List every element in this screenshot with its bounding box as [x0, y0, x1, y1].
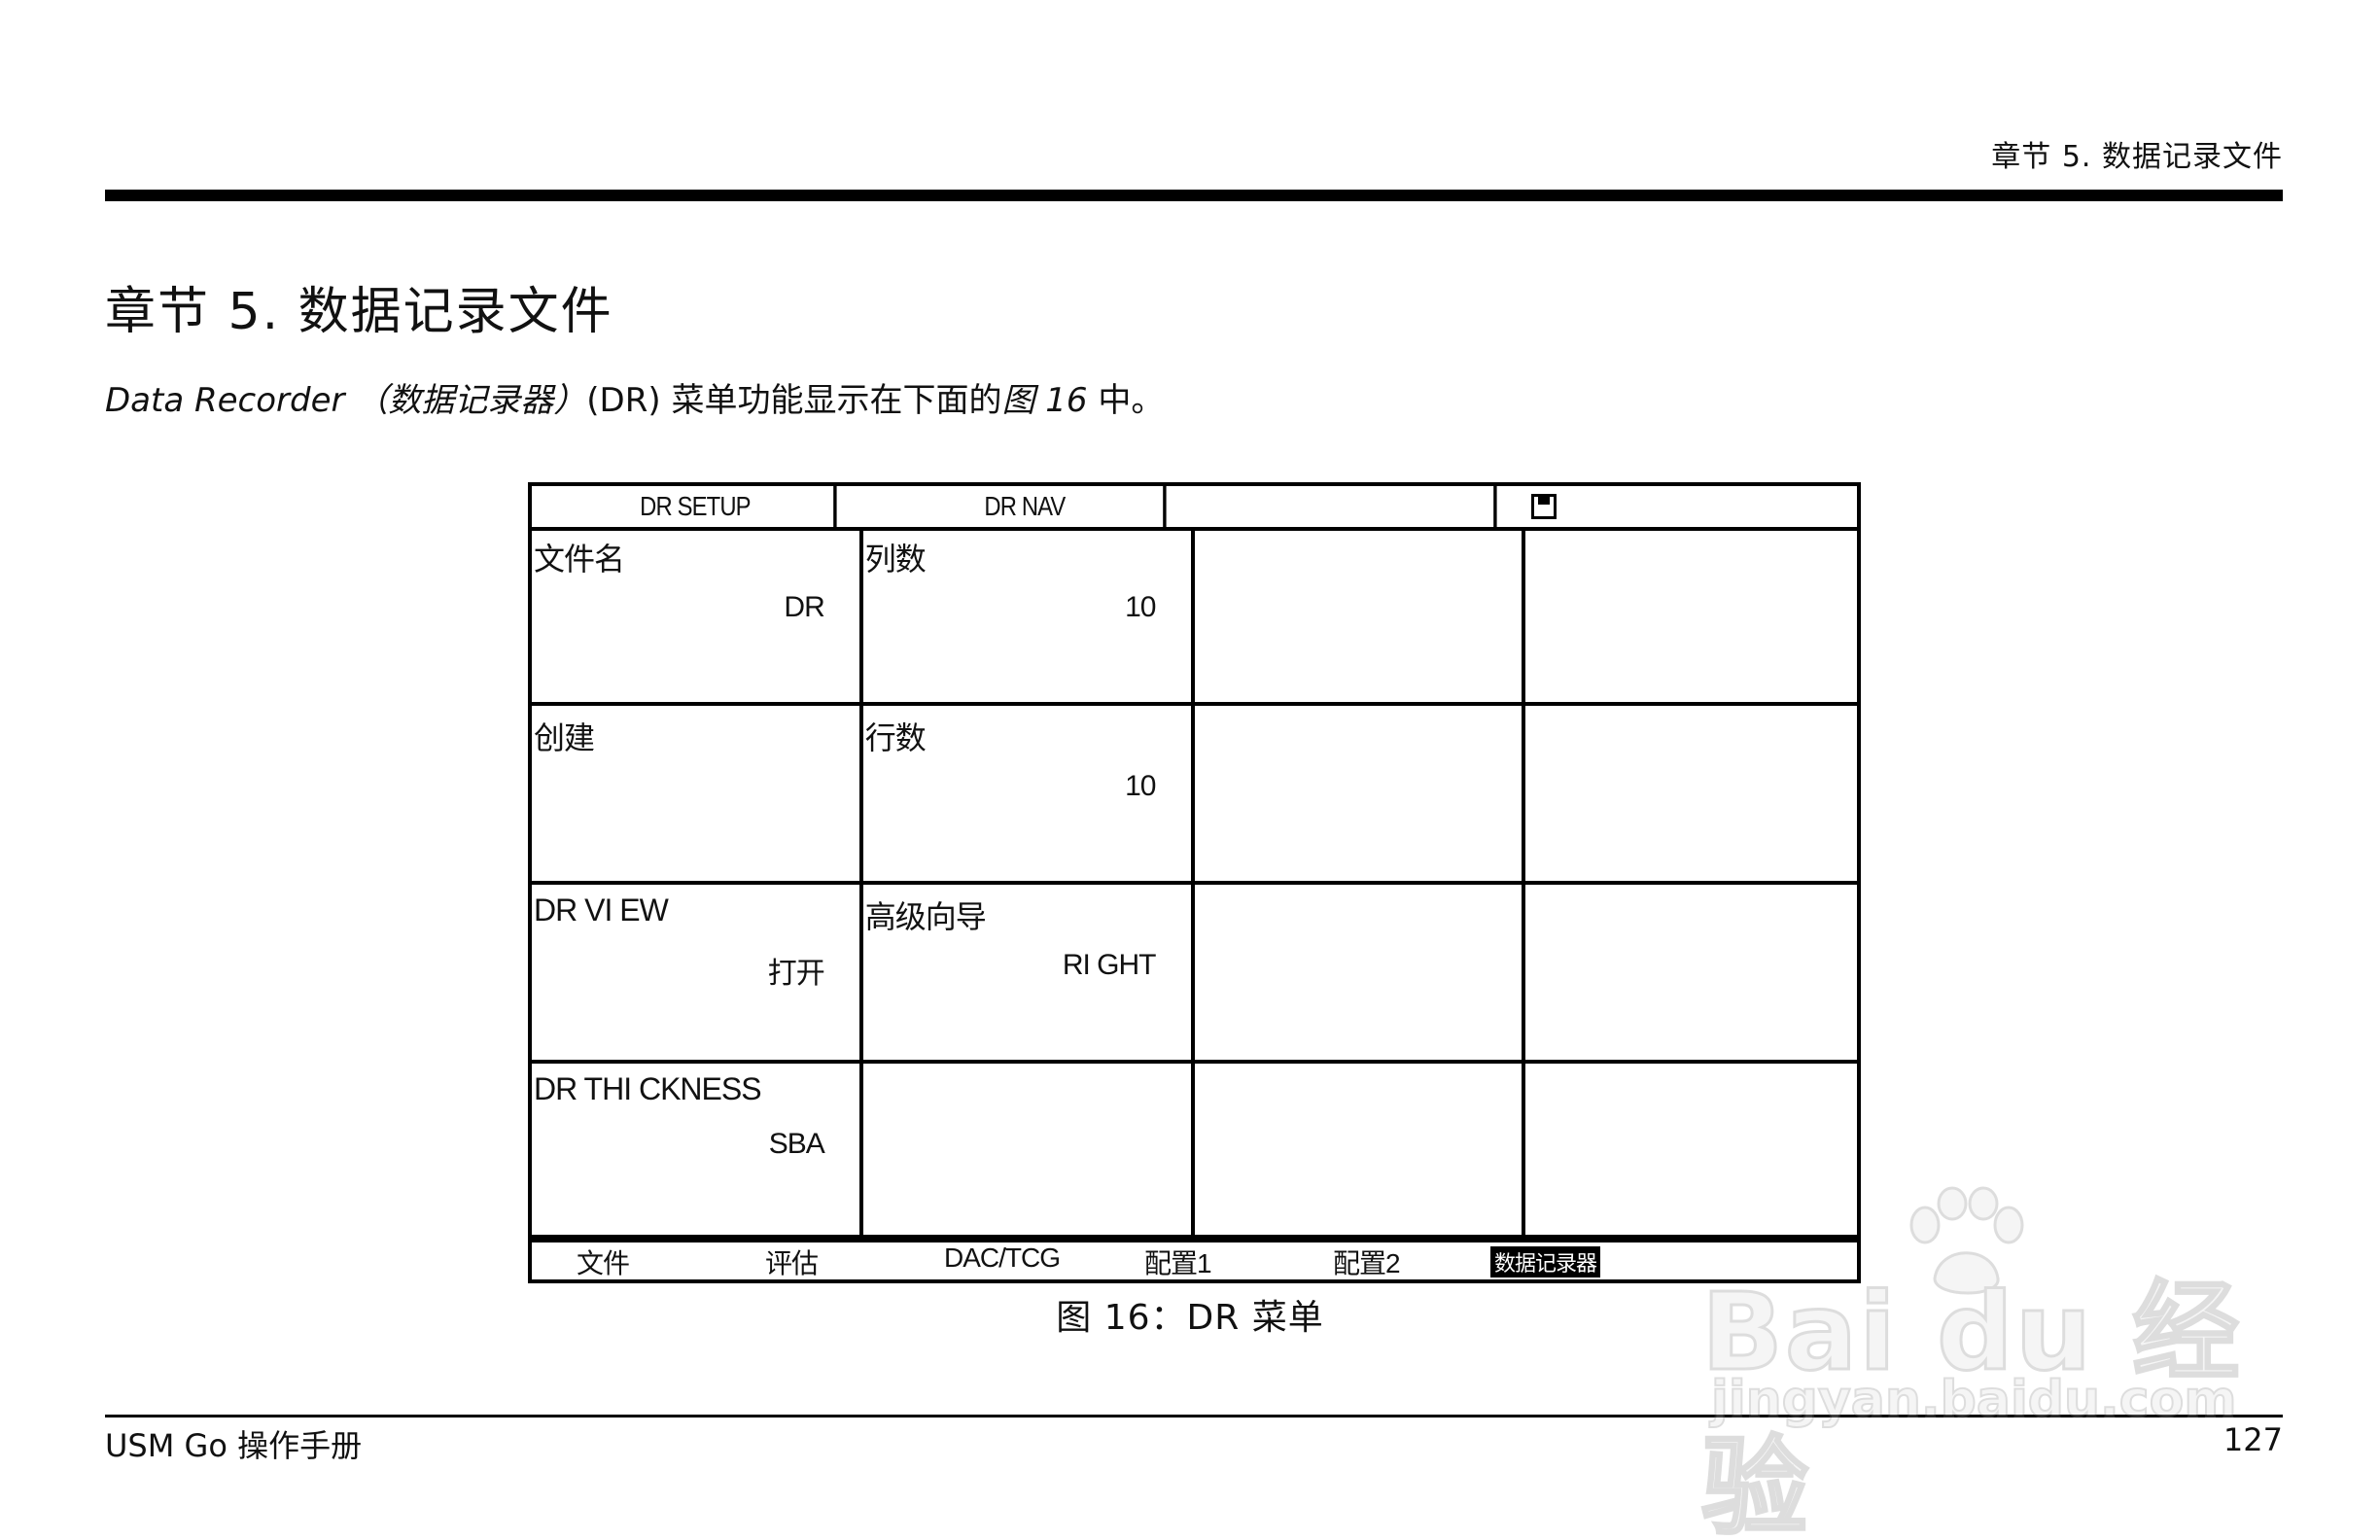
softkey-config2[interactable]: 配置2: [1333, 1242, 1401, 1281]
intro-paragraph: Data Recorder （数据记录器）(DR) 菜单功能显示在下面的图 16…: [105, 373, 1164, 421]
param-cell-dr-view[interactable]: DR VI EW 打开: [532, 885, 863, 1064]
softkey-config1[interactable]: 配置1: [1144, 1242, 1212, 1281]
param-cell-empty: [1194, 1064, 1526, 1242]
param-value: 10: [1125, 591, 1156, 623]
dr-menu-screen: DR SETUP DR NAV 文件名 DR 列数 10 创建 行数 10 DR…: [528, 482, 1861, 1283]
param-cell-empty: [1194, 527, 1526, 706]
param-value: RI GHT: [1062, 949, 1157, 981]
param-cell-rows[interactable]: 行数 10: [862, 706, 1195, 885]
param-cell-create[interactable]: 创建: [532, 706, 863, 885]
intro-product-name: Data Recorder （数据记录器）: [105, 381, 587, 420]
param-cell-dr-thickness[interactable]: DR THI CKNESS SBA: [532, 1064, 863, 1242]
param-value: SBA: [768, 1128, 825, 1160]
intro-text-end: 中。: [1087, 381, 1165, 420]
param-value: 10: [1125, 770, 1156, 802]
tab-save-status: [1522, 486, 1857, 527]
param-label: 行数: [864, 720, 927, 755]
running-header: 章节 5. 数据记录文件: [1991, 140, 2283, 174]
document-page: 章节 5. 数据记录文件 章节 5. 数据记录文件 Data Recorder …: [0, 0, 2380, 1540]
param-cell-advanced-guide[interactable]: 高级向导 RI GHT: [862, 885, 1195, 1064]
figure-caption: 图 16：DR 菜单: [1056, 1298, 1324, 1338]
param-cell-empty: [1194, 706, 1526, 885]
softkey-file[interactable]: 文件: [577, 1242, 630, 1281]
param-label: 列数: [864, 542, 927, 577]
param-label: 文件名: [534, 542, 625, 577]
param-label: 高级向导: [864, 899, 987, 934]
footer-page-number: 127: [2222, 1421, 2283, 1458]
softkey-evaluate[interactable]: 评估: [765, 1242, 819, 1281]
parameter-grid: 文件名 DR 列数 10 创建 行数 10 DR VI EW 打开 高级向导 R…: [532, 527, 1857, 1242]
tab-empty: [1216, 486, 1497, 527]
param-cell-empty: [1525, 706, 1857, 885]
param-label: DR VI EW: [534, 892, 669, 928]
softkey-data-recorder[interactable]: 数据记录器: [1490, 1246, 1601, 1278]
param-label: DR THI CKNESS: [534, 1071, 762, 1106]
paw-logo-icon: [1909, 1186, 2024, 1295]
param-cell-empty: [862, 1064, 1195, 1242]
param-cell-empty: [1525, 527, 1857, 706]
param-cell-file-name[interactable]: 文件名 DR: [532, 527, 863, 706]
softkey-bar: 文件 评估 DAC/TCG 配置1 配置2 数据记录器: [532, 1235, 1857, 1279]
param-cell-columns[interactable]: 列数 10: [862, 527, 1195, 706]
intro-figure-ref: 图 16: [1001, 381, 1088, 420]
footer-manual-title: USM Go 操作手册: [105, 1427, 363, 1464]
param-label: 创建: [534, 720, 595, 755]
tab-dr-setup[interactable]: DR SETUP: [556, 486, 837, 527]
param-cell-empty: [1525, 885, 1857, 1064]
chapter-title: 章节 5. 数据记录文件: [105, 283, 613, 341]
intro-text: (DR) 菜单功能显示在下面的: [586, 381, 1002, 420]
param-value: DR: [784, 591, 824, 623]
screen-tab-row: DR SETUP DR NAV: [532, 486, 1857, 531]
param-cell-empty: [1194, 885, 1526, 1064]
save-disk-icon: [1530, 494, 1557, 519]
watermark-url-text: jingyan.baidu.com: [1710, 1370, 2238, 1430]
tab-dr-nav[interactable]: DR NAV: [887, 486, 1168, 527]
softkey-dac-tcg[interactable]: DAC/TCG: [944, 1242, 1061, 1274]
param-value: 打开: [767, 958, 825, 990]
footer-rule: [105, 1415, 2283, 1418]
param-cell-empty: [1525, 1064, 1857, 1242]
header-rule: [105, 190, 2283, 201]
